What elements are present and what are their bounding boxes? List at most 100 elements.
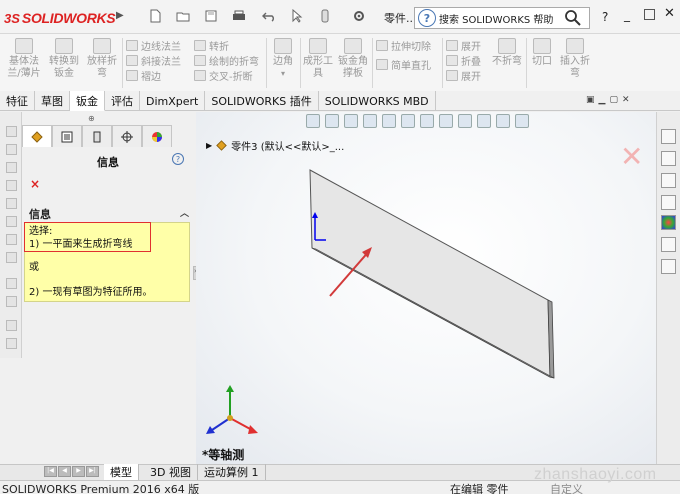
doc-minimize-icon[interactable]: ▁ [599, 95, 606, 105]
settings-gear-icon[interactable] [352, 9, 366, 23]
print-icon[interactable] [232, 9, 246, 23]
tab-features[interactable]: 特征 [0, 91, 35, 111]
hide-show-items-icon[interactable] [439, 114, 453, 128]
collapse-chevron-icon[interactable]: ︿ [180, 206, 189, 219]
miter-flange-button[interactable]: 斜接法兰 [126, 53, 181, 68]
tab-3d-view[interactable]: 3D 视图 [144, 464, 198, 480]
view-palette-icon[interactable] [661, 195, 676, 210]
edge-flange-button[interactable]: 边线法兰 [126, 38, 181, 53]
dynamic-annotation-icon[interactable] [382, 114, 396, 128]
expand-menu-icon[interactable]: ▶ [116, 10, 126, 26]
close-window-button[interactable]: ✕ [664, 6, 675, 21]
section-view-icon[interactable] [363, 114, 377, 128]
view-settings-icon[interactable] [496, 114, 510, 128]
strip-icon[interactable] [6, 198, 17, 209]
minimize-button[interactable]: _ [624, 8, 630, 22]
strip-icon[interactable] [6, 338, 17, 349]
corners-dropdown-icon[interactable]: ▾ [281, 68, 285, 80]
tab-dimxpert[interactable]: DimXpert [140, 91, 206, 111]
configuration-manager-tab[interactable] [82, 125, 112, 147]
fold-button[interactable]: 折叠 [446, 53, 481, 68]
strip-icon[interactable] [6, 162, 17, 173]
strip-icon[interactable] [6, 278, 17, 289]
maximize-button[interactable] [644, 9, 655, 20]
first-tab-icon[interactable]: |◀ [44, 466, 57, 477]
doc-restore-icon[interactable]: ▣ [586, 95, 595, 105]
tab-mbd[interactable]: SOLIDWORKS MBD [319, 91, 436, 111]
hem-button[interactable]: 褶边 [126, 68, 181, 83]
flatten-button[interactable]: 展开 [446, 68, 481, 83]
sketched-bend-button[interactable]: 绘制的折弯 [194, 53, 259, 68]
new-document-icon[interactable] [148, 9, 162, 23]
edit-appearance-icon[interactable] [458, 114, 472, 128]
base-flange-button[interactable]: 基体法 兰/薄片 [6, 38, 42, 80]
no-bends-button[interactable]: 不折弯 [490, 38, 524, 68]
apply-scene-icon[interactable] [477, 114, 491, 128]
next-tab-icon[interactable]: ▶ [72, 466, 85, 477]
doc-close-icon[interactable]: ✕ [622, 95, 630, 105]
undo-icon[interactable] [262, 9, 276, 23]
file-explorer-icon[interactable] [661, 173, 676, 188]
zoom-to-fit-icon[interactable] [306, 114, 320, 128]
property-manager-tab[interactable] [52, 125, 82, 147]
rebuild-icon[interactable] [318, 9, 332, 23]
property-list-icon [61, 131, 73, 142]
tree-expand-icon[interactable]: ▶ [206, 141, 212, 150]
lofted-bend-button[interactable]: 放样折 弯 [84, 38, 120, 80]
forming-tool-button[interactable]: 成形工 具 [302, 38, 334, 80]
extruded-cut-button[interactable]: 拉伸切除 [376, 38, 431, 53]
doc-maximize-icon[interactable]: ▢ [609, 95, 618, 105]
display-style-icon[interactable] [420, 114, 434, 128]
simple-hole-button[interactable]: 简单直孔 [376, 57, 431, 72]
corners-button[interactable]: 边角 ▾ [268, 38, 298, 80]
strip-icon[interactable] [6, 180, 17, 191]
dimxpert-manager-tab[interactable] [112, 125, 142, 147]
display-manager-tab[interactable] [142, 125, 172, 147]
zoom-area-icon[interactable] [325, 114, 339, 128]
display-pane-icon[interactable] [515, 114, 529, 128]
confirmation-corner-cancel-icon[interactable]: ✕ [620, 140, 643, 173]
convert-to-sheet-metal-button[interactable]: 转换到 钣金 [46, 38, 82, 80]
panel-grip-icon[interactable]: ⊕ [88, 114, 95, 123]
solidworks-logo[interactable]: 3S SOLIDWORKS [4, 8, 116, 28]
panel-help-icon[interactable]: ? [172, 153, 184, 165]
search-icon[interactable] [564, 9, 582, 27]
strip-icon[interactable] [6, 320, 17, 331]
solidworks-forum-icon[interactable] [661, 259, 676, 274]
info-section-header[interactable]: 信息 ︿ [22, 206, 194, 221]
view-orientation-icon[interactable] [401, 114, 415, 128]
tab-evaluate[interactable]: 评估 [105, 91, 140, 111]
solidworks-resources-icon[interactable] [661, 129, 676, 144]
tab-motion-study[interactable]: 运动算例 1 [198, 464, 266, 480]
strip-icon[interactable] [6, 144, 17, 155]
prev-tab-icon[interactable]: ◀ [58, 466, 71, 477]
strip-icon[interactable] [6, 216, 17, 227]
strip-icon[interactable] [6, 252, 17, 263]
tab-sheet-metal[interactable]: 钣金 [70, 91, 105, 111]
strip-icon[interactable] [6, 296, 17, 307]
cancel-close-icon[interactable]: × [30, 177, 40, 191]
strip-icon[interactable] [6, 234, 17, 245]
save-icon[interactable] [204, 9, 218, 23]
insert-bends-button[interactable]: 插入折 弯 [558, 38, 592, 80]
tab-addins[interactable]: SOLIDWORKS 插件 [205, 91, 319, 111]
tab-model[interactable]: 模型 [104, 464, 139, 480]
sheet-metal-gusset-button[interactable]: 钣金角 撑板 [336, 38, 370, 80]
flyout-feature-tree[interactable]: ▶ 零件3 (默认<<默认>_... [206, 138, 344, 153]
file-properties-menu[interactable]: 零件... [384, 10, 417, 26]
rip-button[interactable]: 切口 [528, 38, 556, 68]
design-library-icon[interactable] [661, 151, 676, 166]
strip-icon[interactable] [6, 126, 17, 137]
feature-manager-tab[interactable] [22, 125, 52, 147]
open-folder-icon[interactable] [176, 9, 190, 23]
appearances-icon[interactable] [661, 215, 676, 230]
help-menu-button[interactable]: ? [602, 10, 608, 24]
cross-break-button[interactable]: 交叉-折断 [194, 68, 259, 83]
jog-button[interactable]: 转折 [194, 38, 259, 53]
tab-sketch[interactable]: 草图 [35, 91, 70, 111]
custom-properties-icon[interactable] [661, 237, 676, 252]
previous-view-icon[interactable] [344, 114, 358, 128]
last-tab-icon[interactable]: ▶| [86, 466, 99, 477]
unfold-button[interactable]: 展开 [446, 38, 481, 53]
select-arrow-icon[interactable] [290, 9, 304, 23]
